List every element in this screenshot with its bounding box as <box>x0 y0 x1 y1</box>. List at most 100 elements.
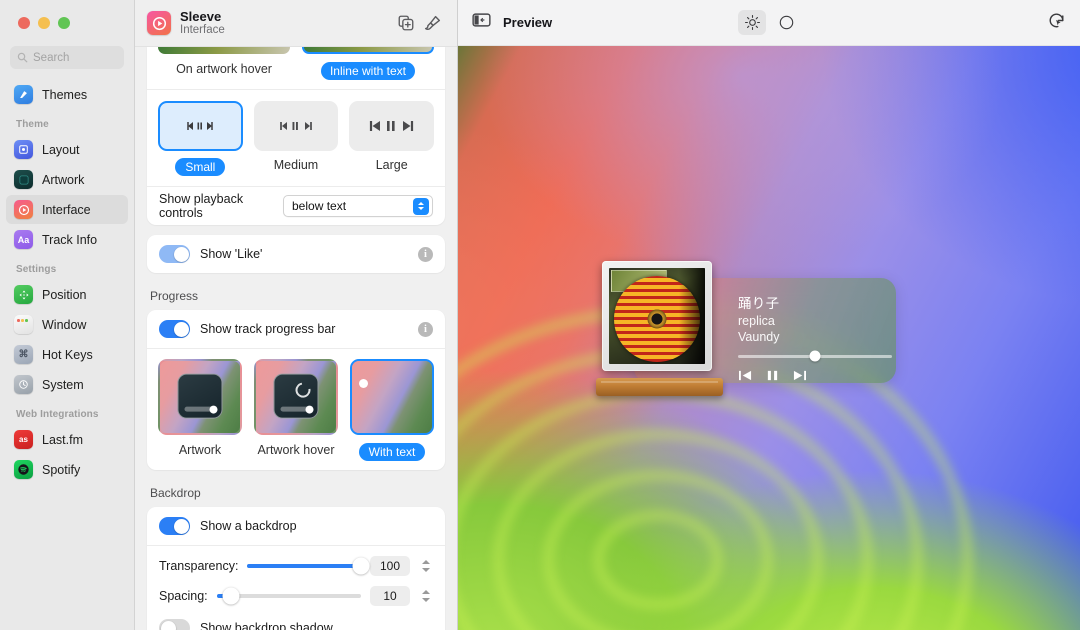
transparency-value[interactable]: 100 <box>370 556 410 576</box>
jewel-case <box>602 261 712 371</box>
sidebar-item-position[interactable]: Position <box>6 280 128 309</box>
sidebar-item-label: Hot Keys <box>42 348 93 362</box>
spacing-value[interactable]: 10 <box>370 586 410 606</box>
sidebar-item-themes[interactable]: Themes <box>6 80 128 109</box>
sidebar-item-label: System <box>42 378 84 392</box>
traffic-lights <box>0 0 134 29</box>
show-progress-row: Show track progress bar i <box>147 310 445 348</box>
placement-thumbnail <box>302 47 434 54</box>
sidebar-item-system[interactable]: System <box>6 370 128 399</box>
app-name: Sleeve <box>180 9 393 24</box>
track-album: replica <box>738 313 882 330</box>
search-placeholder: Search <box>33 52 69 64</box>
progress-style-artwork[interactable]: Artwork <box>158 359 242 461</box>
disc-area <box>609 268 705 364</box>
moon-icon <box>778 14 795 31</box>
size-option-label: Small <box>175 158 225 176</box>
progress-section-title: Progress <box>147 283 445 310</box>
sidebar-item-spotify[interactable]: Spotify <box>6 455 128 484</box>
sidebar-item-interface[interactable]: Interface <box>6 195 128 224</box>
progress-style-artwork-hover[interactable]: Artwork hover <box>254 359 338 461</box>
show-backdrop-shadow-toggle[interactable] <box>159 619 190 630</box>
search-icon <box>17 52 28 63</box>
sidebar-item-label: Artwork <box>42 173 84 187</box>
progress-style-thumbnail <box>254 359 338 435</box>
sidebar-item-track-info[interactable]: Aa Track Info <box>6 225 128 254</box>
track-progress-bar[interactable] <box>738 355 892 359</box>
transparency-stepper[interactable] <box>419 560 433 572</box>
progress-card: Show track progress bar i Artwork <box>147 310 445 470</box>
search-input[interactable]: Search <box>10 46 124 69</box>
music-player-widget: 踊り子 replica Vaundy <box>634 278 896 383</box>
show-like-row: Show 'Like' i <box>147 235 445 273</box>
sidebar: Search Themes Theme Layout Artwork <box>0 0 135 630</box>
spacing-stepper[interactable] <box>419 590 433 602</box>
progress-style-options: Artwork Artwork hover <box>147 349 445 470</box>
sidebar-item-lastfm[interactable]: as Last.fm <box>6 425 128 454</box>
size-option-medium[interactable]: Medium <box>254 101 339 176</box>
show-backdrop-toggle[interactable] <box>159 517 190 535</box>
sidebar-item-label: Layout <box>42 143 80 157</box>
previous-icon <box>738 369 753 382</box>
show-like-toggle[interactable] <box>159 245 190 263</box>
duplicate-theme-button[interactable] <box>393 10 419 36</box>
dark-mode-button[interactable] <box>772 10 800 35</box>
sidebar-item-label: Last.fm <box>42 433 83 447</box>
sidebar-item-artwork[interactable]: Artwork <box>6 165 128 194</box>
progress-knob[interactable] <box>810 351 821 362</box>
sidebar-item-label: Spotify <box>42 463 80 477</box>
sidebar-item-layout[interactable]: Layout <box>6 135 128 164</box>
wooden-stand <box>596 378 723 396</box>
show-backdrop-shadow-label: Show backdrop shadow <box>200 621 333 630</box>
spacing-slider[interactable] <box>217 594 361 598</box>
size-option-label: Medium <box>274 158 318 172</box>
show-backdrop-row: Show a backdrop <box>147 507 445 545</box>
playback-controls-select[interactable]: below text <box>283 195 433 217</box>
sidebar-toggle-icon <box>472 12 491 28</box>
progress-style-with-text[interactable]: With text <box>350 359 434 461</box>
light-mode-button[interactable] <box>738 10 766 35</box>
preview-panel: Preview <box>458 0 1080 630</box>
edit-theme-button[interactable] <box>419 10 445 36</box>
sidebar-item-window[interactable]: Window <box>6 310 128 339</box>
placement-option-on-artwork-hover[interactable]: On artwork hover <box>158 47 290 80</box>
transport-controls-icon <box>174 120 226 132</box>
show-like-info-icon[interactable]: i <box>418 247 433 262</box>
paintbrush-icon <box>423 14 442 33</box>
transparency-label: Transparency: <box>159 559 238 573</box>
size-option-label: Large <box>376 158 408 172</box>
size-option-large[interactable]: Large <box>349 101 434 176</box>
show-like-card: Show 'Like' i <box>147 235 445 273</box>
close-button[interactable] <box>18 17 30 29</box>
pause-icon <box>766 369 779 382</box>
transparency-slider[interactable] <box>247 564 361 568</box>
chevron-updown-icon <box>413 198 429 215</box>
placement-option-label: On artwork hover <box>176 62 272 76</box>
progress-style-thumbnail <box>350 359 434 435</box>
show-track-progress-info-icon[interactable]: i <box>418 322 433 337</box>
reload-preview-button[interactable] <box>1047 11 1066 35</box>
show-track-progress-label: Show track progress bar <box>200 322 335 336</box>
spotify-icon <box>14 460 33 479</box>
track-title: 踊り子 <box>738 295 882 313</box>
sidebar-toggle-button[interactable] <box>472 12 491 33</box>
show-track-progress-toggle[interactable] <box>159 320 190 338</box>
sidebar-item-hot-keys[interactable]: ⌘ Hot Keys <box>6 340 128 369</box>
minimize-button[interactable] <box>38 17 50 29</box>
next-track-button[interactable] <box>792 369 807 382</box>
settings-scroll-area[interactable]: On artwork hover Inline with text <box>135 47 457 630</box>
pause-button[interactable] <box>766 369 779 382</box>
show-backdrop-shadow-row: Show backdrop shadow <box>147 611 445 630</box>
size-option-small[interactable]: Small <box>158 101 243 176</box>
zoom-button[interactable] <box>58 17 70 29</box>
track-info-icon: Aa <box>14 230 33 249</box>
spacing-row: Spacing: 10 <box>147 581 445 611</box>
placement-option-inline-with-text[interactable]: Inline with text <box>302 47 434 80</box>
previous-track-button[interactable] <box>738 369 753 382</box>
preview-title: Preview <box>503 15 552 30</box>
transparency-row: Transparency: 100 <box>147 551 445 581</box>
progress-style-label: Artwork hover <box>257 443 334 457</box>
hot-keys-icon: ⌘ <box>14 345 33 364</box>
controls-placement-options: On artwork hover Inline with text <box>147 47 445 89</box>
track-artist: Vaundy <box>738 329 882 346</box>
